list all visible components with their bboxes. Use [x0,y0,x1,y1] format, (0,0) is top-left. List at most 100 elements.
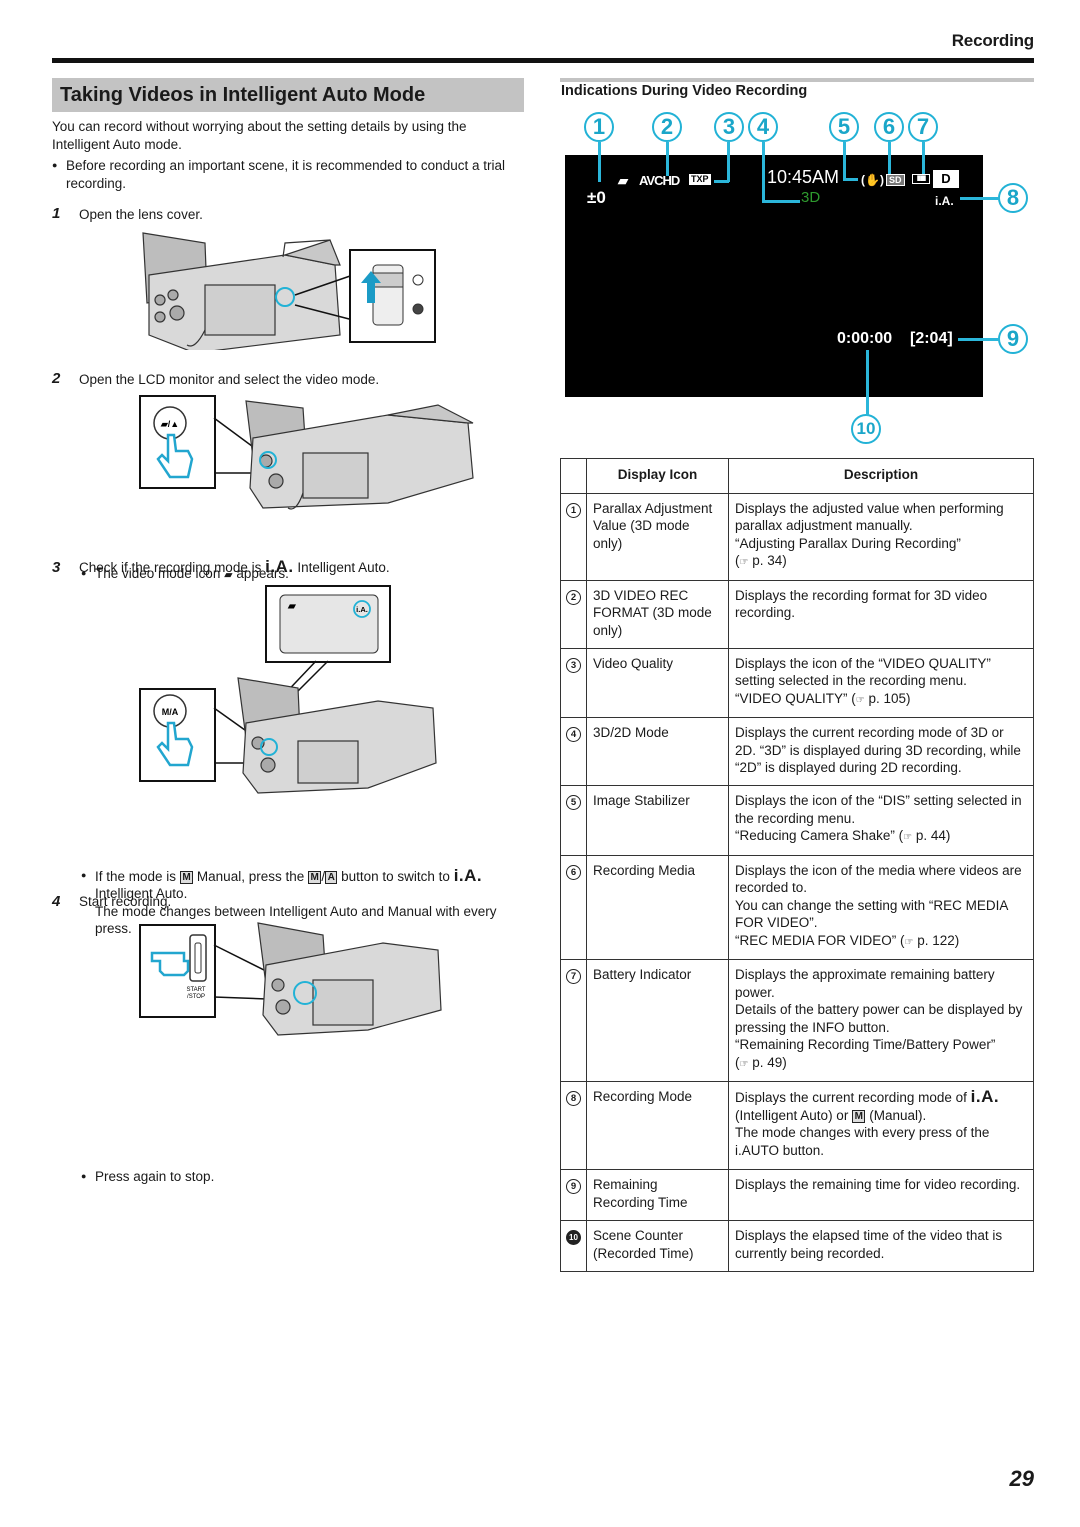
battery-icon: ▮▮▮ [912,174,930,184]
row-description: Displays the remaining time for video re… [728,1169,1034,1221]
row-icon-name: Recording Mode [586,1081,729,1170]
row-desc-text-post: (Manual). [869,1107,927,1123]
row-desc-text: Displays the adjusted value when perform… [735,500,1004,534]
row-desc-text: Displays the current recording mode of [735,1090,967,1105]
camera-ia-mode-illustration: ▰ i.A. M/A [139,585,437,794]
callout-6: 6 [874,112,904,142]
table-header-desc: Description [728,458,1034,494]
header-rule [52,58,1034,63]
stabilizer-icon: (✋) [861,173,884,187]
row-desc-text-2: Details of the battery power can be disp… [735,1002,1023,1035]
intelligent-auto-icon: i.A. [970,1087,1000,1106]
row-ref-link[interactable]: “Adjusting Parallax During Recording” [735,536,961,551]
table-row: 1 Parallax Adjustment Value (3D mode onl… [560,492,1034,581]
row-description: Displays the adjusted value when perform… [728,492,1034,581]
row-desc-text: Displays the icon of the “VIDEO QUALITY”… [735,655,991,689]
leader-line-2 [666,142,669,176]
remaining-time: [2:04] [910,330,953,347]
row-ref-link[interactable]: “REC MEDIA FOR VIDEO” [735,933,896,948]
leader-line-5b [843,178,858,181]
callout-3: 3 [714,112,744,142]
row-icon-name: Scene Counter (Recorded Time) [586,1220,729,1272]
camera-start-stop-illustration: START /STOP [139,922,442,1036]
page-number: 29 [1009,1466,1034,1491]
camera-video-mode-illustration: ▰/▲ [139,395,474,510]
callout-2: 2 [652,112,682,142]
table-row: 4 3D/2D Mode Displays the current record… [560,717,1034,786]
svg-text:▰: ▰ [287,601,296,612]
leader-line-10 [866,350,869,416]
row-icon-name: Video Quality [586,647,729,718]
row-icon-name: Image Stabilizer [586,785,729,856]
row-page-ref[interactable]: p. 105 [869,691,907,706]
right-rule [560,78,1034,82]
leader-line-3b [714,180,729,183]
intelligent-auto-icon: i.A. [453,865,483,885]
row-icon-name: Parallax Adjustment Value (3D mode only) [586,492,729,581]
row-ref-link[interactable]: “VIDEO QUALITY” [735,691,848,706]
row-page-ref[interactable]: p. 34 [752,553,782,568]
table-row: 5 Image Stabilizer Displays the icon of … [560,785,1034,856]
step-3-text: Check if the recording mode is i.A. Inte… [79,558,390,577]
leader-line-4a [762,142,765,202]
camera-screen: ±0 ▰ AVCHD TXP 10:45AM 3D (✋) SD ▮▮▮ D i… [565,155,983,397]
start-label: START [186,987,205,993]
row-desc-text: Displays the icon of the media where vid… [735,862,1022,896]
manual-bullet-text-3: button to switch to [341,868,450,884]
format-label: AVCHD [639,173,680,188]
row-icon-name: 3D VIDEO REC FORMAT (3D mode only) [586,579,729,649]
stop-label: /STOP [187,994,205,1000]
subsection-title: Indications During Video Recording [561,83,808,99]
intelligent-auto-icon: i.A. [265,557,294,576]
leader-line-9 [958,338,1000,341]
callout-8: 8 [998,183,1028,213]
row-number-badge: 6 [566,864,581,880]
step-4-text: Start recording. [79,894,172,909]
callout-7: 7 [908,112,938,142]
callout-5: 5 [829,112,859,142]
intro-paragraph: You can record without worrying about th… [52,119,467,152]
step-2-number: 2 [52,370,61,387]
leader-line-6 [888,142,891,174]
row-ref-link[interactable]: “Reducing Camera Shake” [735,828,895,843]
table-row: 8 Recording Mode Displays the current re… [560,1081,1034,1170]
step-3-number: 3 [52,559,61,576]
row-ref-link[interactable]: “Remaining Recording Time/Battery Power” [735,1037,995,1052]
row-desc-text: Displays the icon of the “DIS” setting s… [735,793,1022,826]
callout-9: 9 [998,324,1028,354]
manual-bullet-text-1: If the mode is [95,868,177,884]
row-page-ref[interactable]: p. 122 [917,933,955,948]
step-2-text: Open the LCD monitor and select the vide… [79,372,380,387]
table-row: 2 3D VIDEO REC FORMAT (3D mode only) Dis… [560,579,1034,649]
step-3-text-post: Intelligent Auto. [297,560,390,575]
table-header-icon: Display Icon [586,458,729,494]
row-description: Displays the recording format for 3D vid… [728,579,1034,649]
table-row: 6 Recording Media Displays the icon of t… [560,854,1034,960]
step-1-text: Open the lens cover. [79,207,203,222]
manual-bullet-text-2: Manual, press the [196,868,305,884]
row-number-badge: 2 [566,589,581,605]
row-desc-text-2: You can change the setting with “REC MED… [735,897,1008,931]
indications-table: Display Icon Description 1 Parallax Adju… [560,458,1034,1272]
section-label: Recording [951,31,1034,50]
step-3-text-pre: Check if the recording mode is [79,560,262,575]
row-number-badge: 4 [566,727,581,742]
row-number-badge: 3 [566,657,581,673]
svg-text:▰/▲: ▰/▲ [160,419,179,429]
video-camera-icon: ▰ [618,173,628,188]
leader-line-8 [960,197,1000,200]
callout-4: 4 [748,112,778,142]
step-1-number: 1 [52,205,61,222]
manual-mode-icon: M [179,870,194,884]
table-header-row: Display Icon Description [560,458,1034,494]
row-page-ref[interactable]: p. 49 [752,1055,782,1070]
row-description: Displays the icon of the “VIDEO QUALITY”… [728,647,1034,718]
reference-pointer-icon: ☞ [855,694,865,706]
row-description: Displays the icon of the “DIS” setting s… [728,785,1034,856]
table-row: 10 Scene Counter (Recorded Time) Display… [560,1220,1034,1272]
row-icon-name: 3D/2D Mode [586,717,729,786]
row-number-badge: 9 [566,1179,581,1194]
row-icon-name: Recording Media [586,854,729,960]
row-page-ref[interactable]: p. 44 [916,828,946,843]
page-title: Taking Videos in Intelligent Auto Mode [52,78,524,112]
